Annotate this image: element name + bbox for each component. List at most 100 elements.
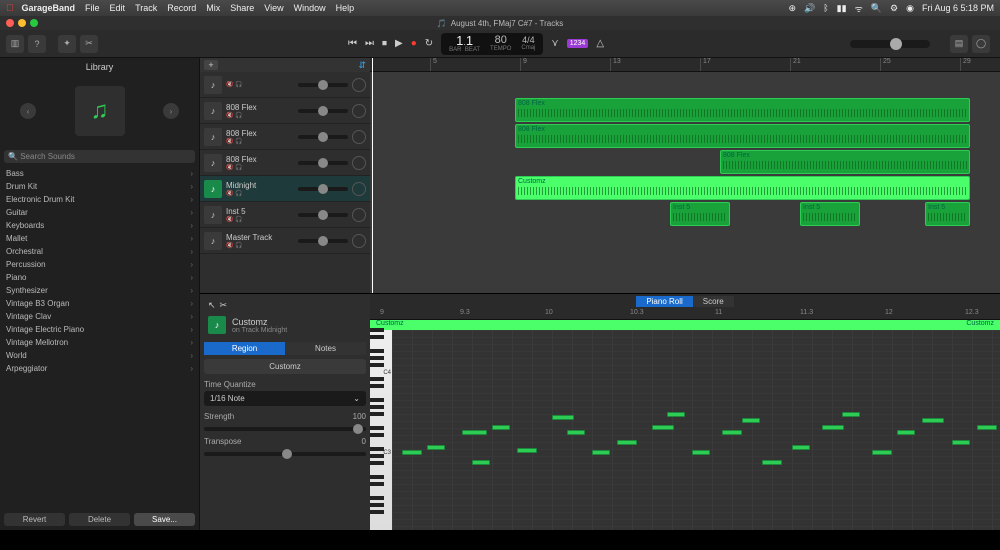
track-header[interactable]: ♪ Midnight🔇 🎧 <box>200 176 370 202</box>
track-volume-slider[interactable] <box>298 161 348 165</box>
track-volume-slider[interactable] <box>298 135 348 139</box>
scissors-tool-icon[interactable]: ✂ <box>220 300 228 311</box>
app-menu[interactable]: GarageBand <box>22 3 76 13</box>
apple-menu-icon[interactable]:  <box>6 3 14 14</box>
piano-keyboard[interactable]: C4C3 <box>370 330 392 530</box>
menu-view[interactable]: View <box>264 3 283 13</box>
midi-note[interactable] <box>722 430 742 435</box>
track-automation-button[interactable] <box>352 234 366 248</box>
track-header[interactable]: ♪ Inst 5🔇 🎧 <box>200 202 370 228</box>
library-category[interactable]: Bass› <box>0 167 199 180</box>
minimize-window-button[interactable] <box>18 19 26 27</box>
play-button[interactable]: ▶ <box>395 38 403 49</box>
menu-edit[interactable]: Edit <box>110 3 126 13</box>
midi-note[interactable] <box>652 425 674 430</box>
revert-button[interactable]: Revert <box>4 513 65 526</box>
midi-note[interactable] <box>592 450 610 455</box>
midi-note[interactable] <box>567 430 585 435</box>
library-prev-button[interactable]: ‹ <box>20 103 36 119</box>
library-category[interactable]: Vintage Mellotron› <box>0 336 199 349</box>
delete-button[interactable]: Delete <box>69 513 130 526</box>
tab-region[interactable]: Region <box>204 342 285 355</box>
library-category[interactable]: Piano› <box>0 271 199 284</box>
midi-note[interactable] <box>792 445 810 450</box>
arrange-region[interactable]: 808 Flex <box>720 150 970 174</box>
bluetooth-icon[interactable]: ᛒ <box>823 3 828 13</box>
forward-button[interactable]: ⏭ <box>365 38 374 49</box>
library-category[interactable]: Electronic Drum Kit› <box>0 193 199 206</box>
battery-icon[interactable]: ▮▮ <box>837 3 847 14</box>
spotlight-icon[interactable]: 🔍 <box>871 3 882 14</box>
track-automation-button[interactable] <box>352 208 366 222</box>
midi-note[interactable] <box>872 450 892 455</box>
zoom-window-button[interactable] <box>30 19 38 27</box>
library-category[interactable]: Guitar› <box>0 206 199 219</box>
volume-icon[interactable]: 🔊 <box>804 3 815 14</box>
library-category[interactable]: Mallet› <box>0 232 199 245</box>
library-category[interactable]: World› <box>0 349 199 362</box>
midi-note[interactable] <box>842 412 860 417</box>
arrange-region[interactable]: Customz <box>515 176 970 200</box>
control-center-icon[interactable]: ⚙ <box>890 3 898 14</box>
tab-piano-roll[interactable]: Piano Roll <box>636 296 692 307</box>
menu-share[interactable]: Share <box>230 3 254 13</box>
midi-note[interactable] <box>897 430 915 435</box>
quick-help-button[interactable]: ? <box>28 35 46 53</box>
arrange-region[interactable]: Inst 5 <box>925 202 970 226</box>
arrange-area[interactable]: 591317212529 808 Flex808 Flex808 FlexCus… <box>370 58 1000 293</box>
playhead[interactable] <box>372 58 373 293</box>
menu-help[interactable]: Help <box>336 3 355 13</box>
save-button[interactable]: Save... <box>134 513 195 526</box>
track-automation-button[interactable] <box>352 156 366 170</box>
track-filter-button[interactable]: ⇵ <box>358 60 366 71</box>
transpose-slider[interactable] <box>204 452 366 456</box>
midi-note[interactable] <box>427 445 445 450</box>
track-header[interactable]: ♪ 808 Flex🔇 🎧 <box>200 98 370 124</box>
library-category[interactable]: Drum Kit› <box>0 180 199 193</box>
library-toggle-button[interactable]: ▥ <box>6 35 24 53</box>
midi-note[interactable] <box>667 412 685 417</box>
menu-record[interactable]: Record <box>167 3 196 13</box>
close-window-button[interactable] <box>6 19 14 27</box>
add-track-button[interactable]: + <box>204 60 218 70</box>
piano-roll-grid[interactable] <box>392 330 1000 530</box>
library-category[interactable]: Vintage Clav› <box>0 310 199 323</box>
midi-note[interactable] <box>952 440 970 445</box>
editors-button[interactable]: ✂ <box>80 35 98 53</box>
track-automation-button[interactable] <box>352 182 366 196</box>
region-notes-segment[interactable]: Region Notes <box>204 342 366 355</box>
count-in-badge[interactable]: 1234 <box>567 39 589 48</box>
quantize-select[interactable]: 1/16 Note⌄ <box>204 391 366 406</box>
midi-note[interactable] <box>692 450 710 455</box>
midi-note[interactable] <box>552 415 574 420</box>
track-volume-slider[interactable] <box>298 187 348 191</box>
menubar-clock[interactable]: Fri Aug 6 5:18 PM <box>922 3 994 13</box>
midi-note[interactable] <box>517 448 537 453</box>
midi-note[interactable] <box>762 460 782 465</box>
midi-note[interactable] <box>617 440 637 445</box>
library-category[interactable]: Orchestral› <box>0 245 199 258</box>
midi-note[interactable] <box>742 418 760 423</box>
cycle-button[interactable]: ↻ <box>425 38 433 49</box>
midi-note[interactable] <box>822 425 844 430</box>
midi-note[interactable] <box>977 425 997 430</box>
library-next-button[interactable]: › <box>163 103 179 119</box>
region-preset-button[interactable]: Customz <box>204 359 366 374</box>
midi-note[interactable] <box>462 430 487 435</box>
midi-note[interactable] <box>922 418 944 423</box>
arrange-region[interactable]: 808 Flex <box>515 98 970 122</box>
menu-window[interactable]: Window <box>294 3 326 13</box>
track-volume-slider[interactable] <box>298 83 348 87</box>
metronome-button[interactable]: △ <box>596 38 604 49</box>
smart-controls-button[interactable]: ✦ <box>58 35 76 53</box>
tab-notes[interactable]: Notes <box>285 342 366 355</box>
library-category[interactable]: Keyboards› <box>0 219 199 232</box>
arrange-region[interactable]: Inst 5 <box>800 202 860 226</box>
loop-browser-button[interactable]: ◯ <box>972 35 990 53</box>
rewind-button[interactable]: ⏮ <box>348 38 357 49</box>
library-category[interactable]: Synthesizer› <box>0 284 199 297</box>
piano-roll-ruler[interactable]: 99.31010.31111.31212.3 <box>370 308 1000 320</box>
track-header[interactable]: ♪ 808 Flex🔇 🎧 <box>200 150 370 176</box>
track-automation-button[interactable] <box>352 104 366 118</box>
piano-roll-region-bar[interactable]: Customz Customz <box>370 320 1000 330</box>
